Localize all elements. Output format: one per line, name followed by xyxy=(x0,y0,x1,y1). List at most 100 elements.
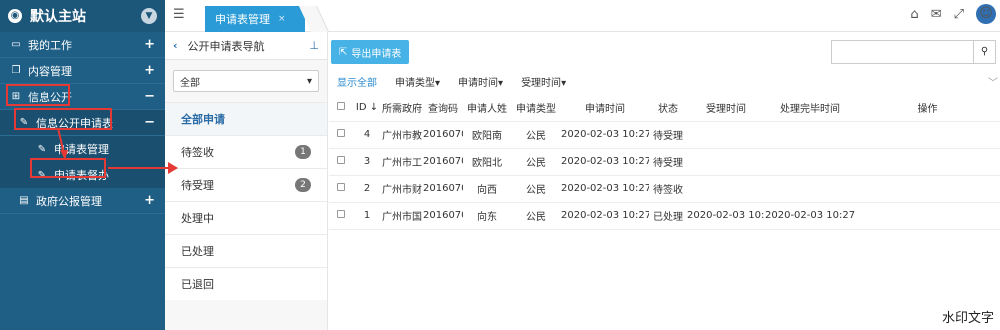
col-header: 受理时间 xyxy=(687,94,765,122)
table-cell: 广州市财 xyxy=(381,175,423,203)
collapse-icon[interactable]: − xyxy=(144,115,155,130)
nav-item-label: 待签收 xyxy=(181,146,214,159)
close-icon[interactable]: × xyxy=(278,14,286,24)
nav-item-label: 待受理 xyxy=(181,179,214,192)
table-cell: 2020-02-03 10:27: xyxy=(687,202,765,230)
table-cell: 欧阳南 xyxy=(463,121,511,149)
table-cell xyxy=(855,148,1000,176)
chevron-down-icon[interactable]: ﹀ xyxy=(988,74,998,89)
nav-item-returned[interactable]: 已退回 xyxy=(165,267,327,300)
nav-item-label: 全部申请 xyxy=(181,113,225,126)
table-cell: 公民 xyxy=(511,121,561,149)
chevron-down-icon[interactable]: ▼ xyxy=(141,8,157,24)
caret-down-icon: ▾ xyxy=(306,75,312,87)
row-checkbox[interactable] xyxy=(329,175,353,203)
col-header: 处理完毕时间 xyxy=(765,94,855,122)
nav-item-label: 已处理 xyxy=(181,245,214,258)
table-cell: 2020-02-03 10:27:07 xyxy=(765,202,855,230)
copy-icon: ❐ xyxy=(11,65,21,76)
nav-item-label: 处理中 xyxy=(181,212,214,225)
table-cell: 2020-02-03 10:27: xyxy=(561,121,649,149)
col-header: 所需政府 xyxy=(381,94,423,122)
expand-icon[interactable]: + xyxy=(144,37,155,52)
nav-item-all[interactable]: 全部申请 xyxy=(165,102,327,135)
avatar[interactable]: ☺ xyxy=(976,4,996,24)
table-cell: 待受理 xyxy=(649,148,687,176)
row-checkbox[interactable] xyxy=(329,148,353,176)
nav-panel-header: ‹ 公开申请表导航 ⊥ xyxy=(165,32,327,60)
table-cell: 2016070 xyxy=(423,121,463,149)
filter-label: 申请类型 xyxy=(395,78,435,89)
table-cell xyxy=(765,148,855,176)
table-cell: 公民 xyxy=(511,148,561,176)
search-icon[interactable]: ⚲ xyxy=(973,41,995,63)
expand-icon[interactable]: + xyxy=(144,63,155,78)
table-cell: 待受理 xyxy=(649,121,687,149)
app-title: 默认主站 xyxy=(30,9,86,25)
pin-icon[interactable]: ⊥ xyxy=(309,39,319,52)
tab-label: 申请表管理 xyxy=(215,13,270,26)
col-header: 申请人姓 xyxy=(463,94,511,122)
highlight-box xyxy=(6,84,70,106)
table-cell xyxy=(687,175,765,203)
highlight-box xyxy=(14,108,112,130)
globe-icon: ◉ xyxy=(8,9,22,23)
top-bar: ☰ 申请表管理 × ⌂ ✉ ⤢ ☺ xyxy=(165,0,1000,32)
filter-type[interactable]: 申请类型▾ xyxy=(395,74,440,89)
row-checkbox[interactable] xyxy=(329,121,353,149)
filter-apply-time[interactable]: 申请时间▾ xyxy=(458,74,503,89)
table-cell: 1 xyxy=(353,202,381,230)
table-cell: 2016070 xyxy=(423,202,463,230)
nav-item-to-sign[interactable]: 待签收 1 xyxy=(165,135,327,168)
chat-icon[interactable]: ✉ xyxy=(931,7,942,22)
table-cell: 2020-02-03 10:27: xyxy=(561,175,649,203)
edit-icon: ✎ xyxy=(37,143,47,155)
table-cell xyxy=(687,121,765,149)
table-cell: 公民 xyxy=(511,175,561,203)
fullscreen-icon[interactable]: ⤢ xyxy=(954,7,964,22)
table-row[interactable]: 4 广州市教 2016070 欧阳南 公民 2020-02-03 10:27: … xyxy=(329,121,1000,149)
sidebar-item-my-work[interactable]: ▭ 我的工作 + xyxy=(0,32,165,58)
filter-label: 申请时间 xyxy=(458,78,499,89)
table-row[interactable]: 2 广州市财 2016070 向西 公民 2020-02-03 10:27: 待… xyxy=(329,175,1000,203)
nav-item-processed[interactable]: 已处理 xyxy=(165,234,327,267)
col-header-id[interactable]: ID ↓ xyxy=(353,94,381,122)
main-content: ⇱ 导出申请表 ⚲ 显示全部 申请类型▾ 申请时间▾ 受理时间▾ ﹀ ID ↓ xyxy=(329,32,1000,330)
table-cell xyxy=(855,202,1000,230)
sidebar-item-content[interactable]: ❐ 内容管理 + xyxy=(0,58,165,84)
row-checkbox[interactable] xyxy=(329,202,353,230)
table-cell: 2 xyxy=(353,175,381,203)
home-icon[interactable]: ⌂ xyxy=(910,7,918,22)
table-cell: 3 xyxy=(353,148,381,176)
search-box: ⚲ xyxy=(831,40,996,64)
col-header: 查询码 xyxy=(423,94,463,122)
sidebar-item-label: 我的工作 xyxy=(28,38,72,52)
watermark: 水印文字 xyxy=(941,311,994,326)
select-all-checkbox[interactable] xyxy=(329,94,353,122)
table-cell xyxy=(765,175,855,203)
collapse-icon[interactable]: − xyxy=(144,89,155,104)
tab-form-manage[interactable]: 申请表管理 × xyxy=(205,6,305,32)
nav-panel-title: 公开申请表导航 xyxy=(187,39,265,53)
export-button[interactable]: ⇱ 导出申请表 xyxy=(331,40,409,64)
status-select[interactable]: 全部 ▾ xyxy=(173,70,319,92)
filter-label: 受理时间 xyxy=(521,78,562,89)
nav-item-to-accept[interactable]: 待受理 2 xyxy=(165,168,327,201)
table-cell: 待签收 xyxy=(649,175,687,203)
filter-accept-time[interactable]: 受理时间▾ xyxy=(521,74,566,89)
col-header: 操作 xyxy=(855,94,1000,122)
table-row[interactable]: 1 广州市国 2016070 向东 公民 2020-02-03 10:27: 已… xyxy=(329,202,1000,230)
col-header: 申请时间 xyxy=(561,94,649,122)
sidebar-item-gazette[interactable]: ▤ 政府公报管理 + xyxy=(0,188,165,214)
filter-show-all[interactable]: 显示全部 xyxy=(337,74,377,89)
menu-icon[interactable]: ☰ xyxy=(173,8,187,22)
nav-item-processing[interactable]: 处理中 xyxy=(165,201,327,234)
table-row[interactable]: 3 广州市工 2016070 欧阳北 公民 2020-02-03 10:27: … xyxy=(329,148,1000,176)
chevron-left-icon[interactable]: ‹ xyxy=(173,39,178,52)
table-cell: 2016070 xyxy=(423,175,463,203)
expand-icon[interactable]: + xyxy=(144,193,155,208)
search-input[interactable] xyxy=(832,41,973,63)
table-cell xyxy=(855,175,1000,203)
table-cell xyxy=(687,148,765,176)
sidebar-item-label: 内容管理 xyxy=(28,64,72,78)
